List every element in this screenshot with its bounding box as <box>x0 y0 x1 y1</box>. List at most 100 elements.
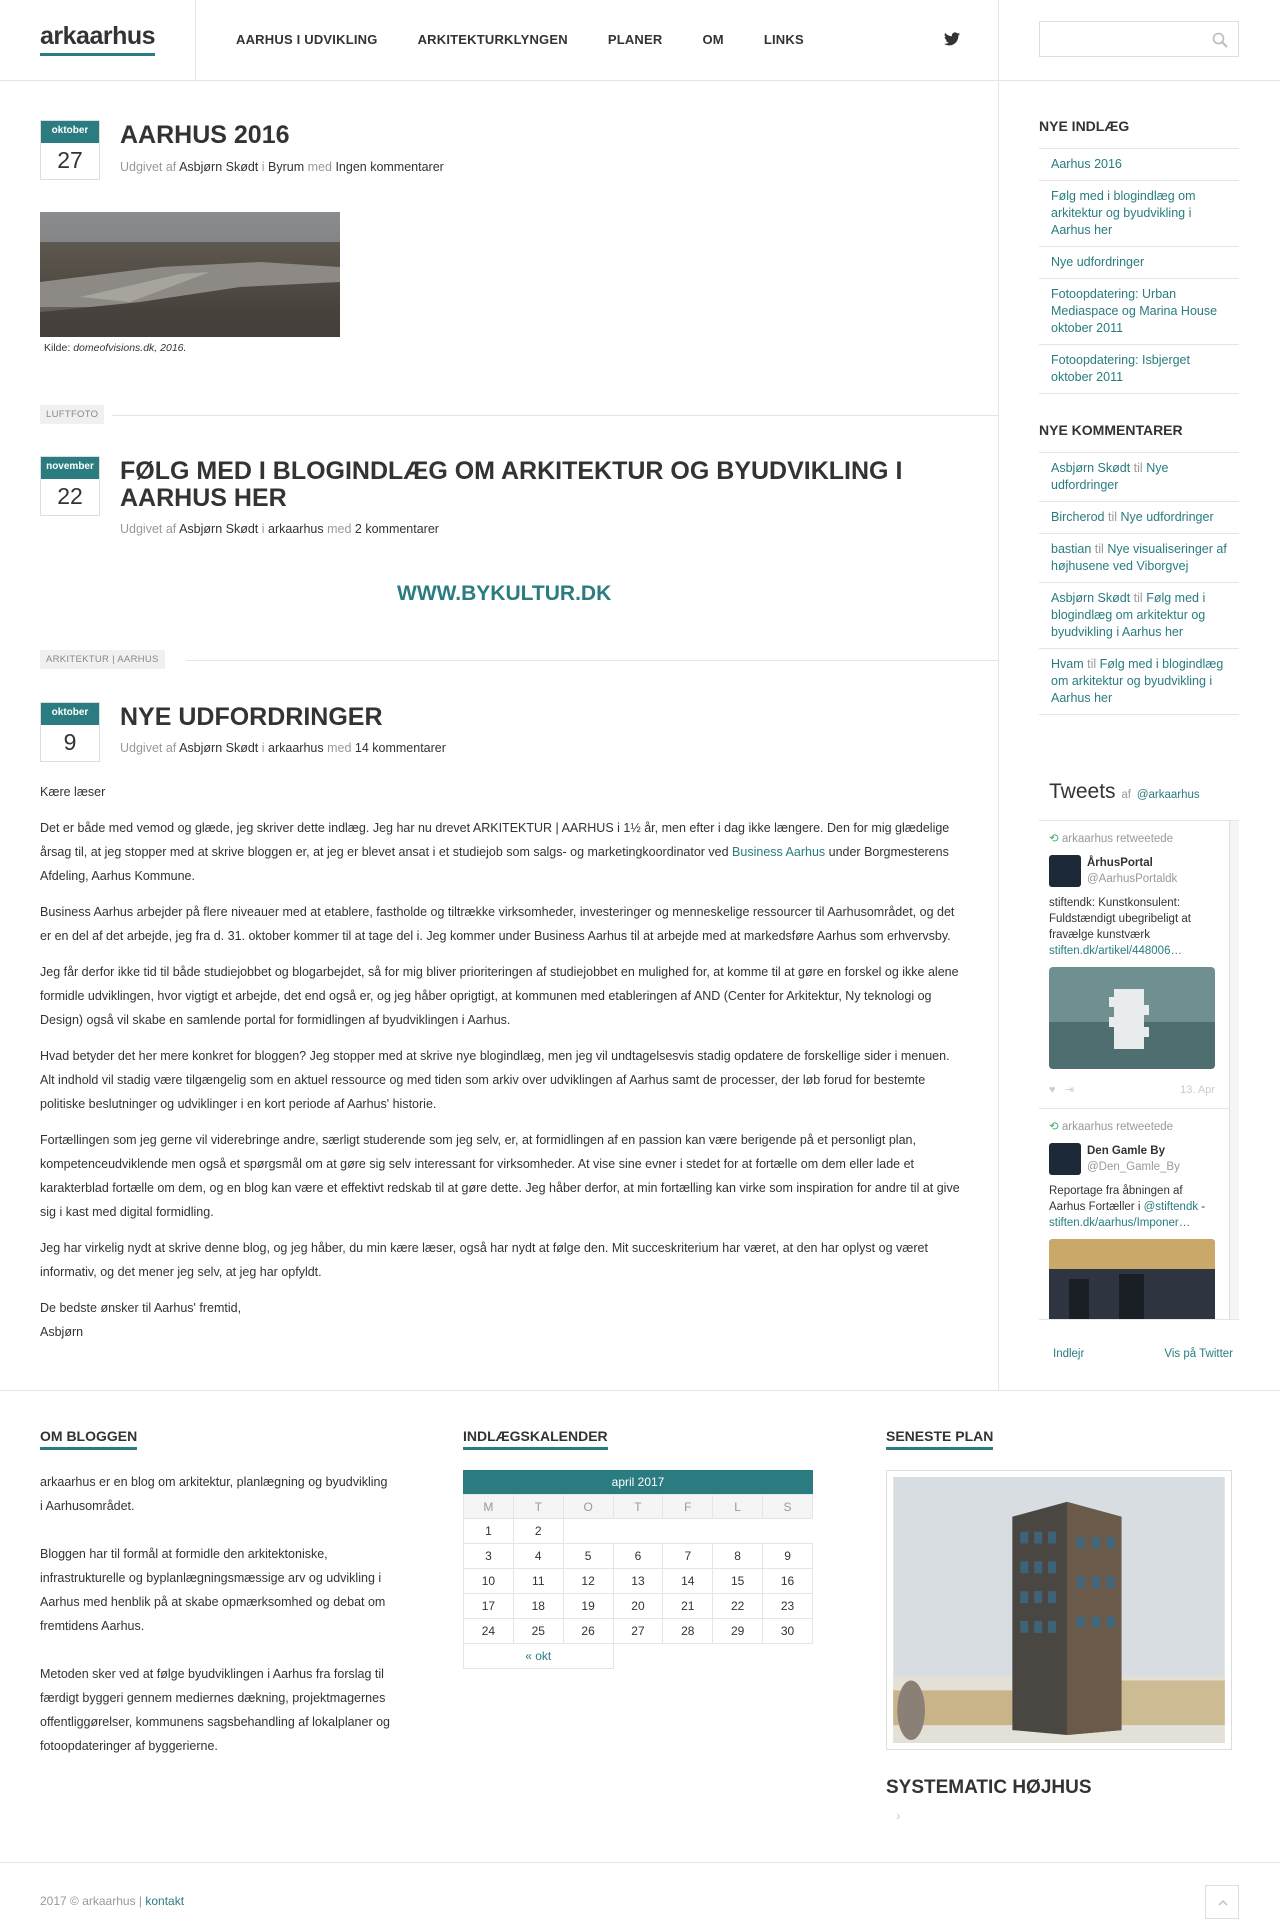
plan-name[interactable]: SYSTEMATIC HØJHUS <box>886 1777 1240 1799</box>
retweet-text: arkaarhus retweetede <box>1061 833 1174 845</box>
plan-image[interactable] <box>886 1470 1232 1750</box>
recent-post-link[interactable]: Fotoopdatering: Isbjerget oktober 2011 <box>1051 353 1190 384</box>
nav-planer[interactable]: PLANER <box>608 32 663 47</box>
calendar-week: 24 25 26 27 28 29 30 <box>463 1618 813 1644</box>
business-aarhus-link[interactable]: Business Aarhus <box>732 845 825 859</box>
tweet-mention[interactable]: @stiftendk <box>1144 1201 1199 1213</box>
recent-post-link[interactable]: Fotoopdatering: Urban Mediaspace og Mari… <box>1051 287 1217 335</box>
about-paragraph: Bloggen har til formål at formidle den a… <box>40 1547 386 1633</box>
nav-links[interactable]: LINKS <box>764 32 804 47</box>
search-input[interactable] <box>1039 21 1239 57</box>
tweet-author[interactable]: Den Gamle By @Den_Gamle_By <box>1049 1143 1215 1175</box>
recent-post-link[interactable]: Aarhus 2016 <box>1051 157 1122 171</box>
calendar-prev-cell: « okt <box>463 1643 614 1669</box>
caption-source: domeofvisions.dk, 2016. <box>73 342 187 354</box>
comment-author-link[interactable]: Hvam <box>1051 657 1084 671</box>
tweet-link[interactable]: stiften.dk/aarhus/Imponer… <box>1049 1217 1190 1229</box>
about-paragraph: Metoden sker ved at følge byudviklingen … <box>40 1667 390 1753</box>
tag-luftfoto[interactable]: LUFTFOTO <box>40 405 105 424</box>
post-title[interactable]: NYE UDFORDRINGER <box>120 704 960 731</box>
bykultur-link[interactable]: WWW.BYKULTUR.DK <box>397 582 611 606</box>
calendar-prev-link[interactable]: « okt <box>525 1649 551 1663</box>
post-meta: Udgivet af Asbjørn Skødt i arkaarhus med… <box>120 741 446 755</box>
recent-post-link[interactable]: Følg med i blogindlæg om arkitektur og b… <box>1051 189 1196 237</box>
comment-post-link[interactable]: Nye udfordringer <box>1121 510 1214 524</box>
tweet-media[interactable] <box>1049 967 1215 1069</box>
author-link[interactable]: Asbjørn Skødt <box>179 522 258 536</box>
retweet-text: arkaarhus retweetede <box>1061 1121 1174 1133</box>
comment-author-link[interactable]: Asbjørn Skødt <box>1051 591 1130 605</box>
tag-arkitektur-aarhus[interactable]: ARKITEKTUR | AARHUS <box>40 650 165 669</box>
latest-plan-widget: SENESTE PLAN SYSTEMATIC HØJHUS › <box>886 1428 1240 1823</box>
heart-icon[interactable]: ♥ ⇥ <box>1049 1082 1074 1098</box>
tweets-handle-link[interactable]: @arkaarhus <box>1137 789 1200 801</box>
image-caption: Kilde: domeofvisions.dk, 2016. <box>44 342 186 354</box>
avatar <box>1049 855 1081 887</box>
chevron-right-icon[interactable]: › <box>896 1807 1240 1823</box>
weekday-header: O <box>562 1494 614 1519</box>
calendar-day: 23 <box>762 1593 813 1619</box>
scrollbar[interactable] <box>1229 821 1239 1319</box>
post-title[interactable]: AARHUS 2016 <box>120 122 960 149</box>
category-link[interactable]: arkaarhus <box>268 522 324 536</box>
post-calendar: april 2017 M T O T F L S 1 2 3 4 5 6 7 8 9 10 11 12… <box>463 1470 813 1669</box>
date-badge: november 22 <box>40 456 100 516</box>
calendar-day: 12 <box>562 1568 614 1594</box>
contact-link[interactable]: kontakt <box>145 1894 184 1908</box>
comments-link[interactable]: 2 kommentarer <box>355 522 439 536</box>
calendar-empty-cell <box>613 1519 663 1544</box>
comments-link[interactable]: 14 kommentarer <box>355 741 446 755</box>
tweet-link[interactable]: stiften.dk/artikel/448006… <box>1049 945 1182 957</box>
author-link[interactable]: Asbjørn Skødt <box>179 741 258 755</box>
tweet[interactable]: ⟲ arkaarhus retweetede Den Gamle By @Den_… <box>1039 1108 1239 1320</box>
category-link[interactable]: Byrum <box>268 160 304 174</box>
widget-title: INDLÆGSKALENDER <box>463 1428 608 1450</box>
meta-with: med <box>327 522 352 536</box>
category-link[interactable]: arkaarhus <box>268 741 324 755</box>
footer-divider <box>0 1390 1280 1391</box>
header-search-area <box>998 0 1280 81</box>
date-month: november <box>41 457 99 479</box>
paragraph: Kære læser <box>40 785 106 799</box>
separator-line <box>112 415 998 416</box>
comment-author-link[interactable]: bastian <box>1051 542 1091 556</box>
calendar-day: 28 <box>662 1618 714 1644</box>
date-month: oktober <box>41 703 99 725</box>
tweets-scroll-area[interactable]: ⟲ arkaarhus retweetede ÅrhusPortal @Aarhu… <box>1039 820 1239 1320</box>
comments-link[interactable]: Ingen kommentarer <box>335 160 443 174</box>
back-to-top-button[interactable] <box>1205 1885 1239 1919</box>
post-folg-med: november 22 FØLG MED I BLOGINDLÆG OM ARK… <box>40 456 960 616</box>
nav-om[interactable]: OM <box>702 32 723 47</box>
search-icon[interactable] <box>1212 32 1228 48</box>
calendar-day: 29 <box>712 1618 764 1644</box>
tweet-date[interactable]: 13. Apr <box>1180 1082 1215 1098</box>
til-word: til <box>1094 542 1104 556</box>
author-link[interactable]: Asbjørn Skødt <box>179 160 258 174</box>
comment-author-link[interactable]: Asbjørn Skødt <box>1051 461 1130 475</box>
twitter-icon[interactable] <box>944 32 960 46</box>
recent-post-link[interactable]: Nye udfordringer <box>1051 255 1144 269</box>
meta-with: med <box>307 160 332 174</box>
comment-author-link[interactable]: Bircherod <box>1051 510 1105 524</box>
copyright-text: 2017 © arkaarhus | <box>40 1894 143 1908</box>
tweet[interactable]: ⟲ arkaarhus retweetede ÅrhusPortal @Aarhu… <box>1039 821 1239 1108</box>
widget-title: SENESTE PLAN <box>886 1428 994 1450</box>
date-month: oktober <box>41 121 99 143</box>
tweet-author[interactable]: ÅrhusPortal @AarhusPortaldk <box>1049 855 1215 887</box>
nav-aarhus-i-udvikling[interactable]: AARHUS I UDVIKLING <box>236 32 378 47</box>
tweets-footer: Indlejr Vis på Twitter <box>1053 1348 1233 1360</box>
calendar-day: 21 <box>662 1593 714 1619</box>
view-on-twitter-link[interactable]: Vis på Twitter <box>1164 1348 1233 1360</box>
calendar-day: 11 <box>512 1568 564 1594</box>
site-logo[interactable]: arkaarhus <box>40 22 156 56</box>
tweet-media[interactable] <box>1049 1239 1215 1320</box>
embed-link[interactable]: Indlejr <box>1053 1348 1084 1360</box>
logo-area: arkaarhus <box>0 0 196 81</box>
nav-arkitekturklyngen[interactable]: ARKITEKTURKLYNGEN <box>418 32 568 47</box>
calendar-day: 27 <box>612 1618 664 1644</box>
main-nav: AARHUS I UDVIKLING ARKITEKTURKLYNGEN PLA… <box>236 32 804 47</box>
aerial-photo[interactable] <box>40 212 340 337</box>
post-title[interactable]: FØLG MED I BLOGINDLÆG OM ARKITEKTUR OG B… <box>120 458 960 512</box>
calendar-empty-cell <box>563 1519 613 1544</box>
list-item: Fotoopdatering: Isbjerget oktober 2011 <box>1039 345 1239 394</box>
